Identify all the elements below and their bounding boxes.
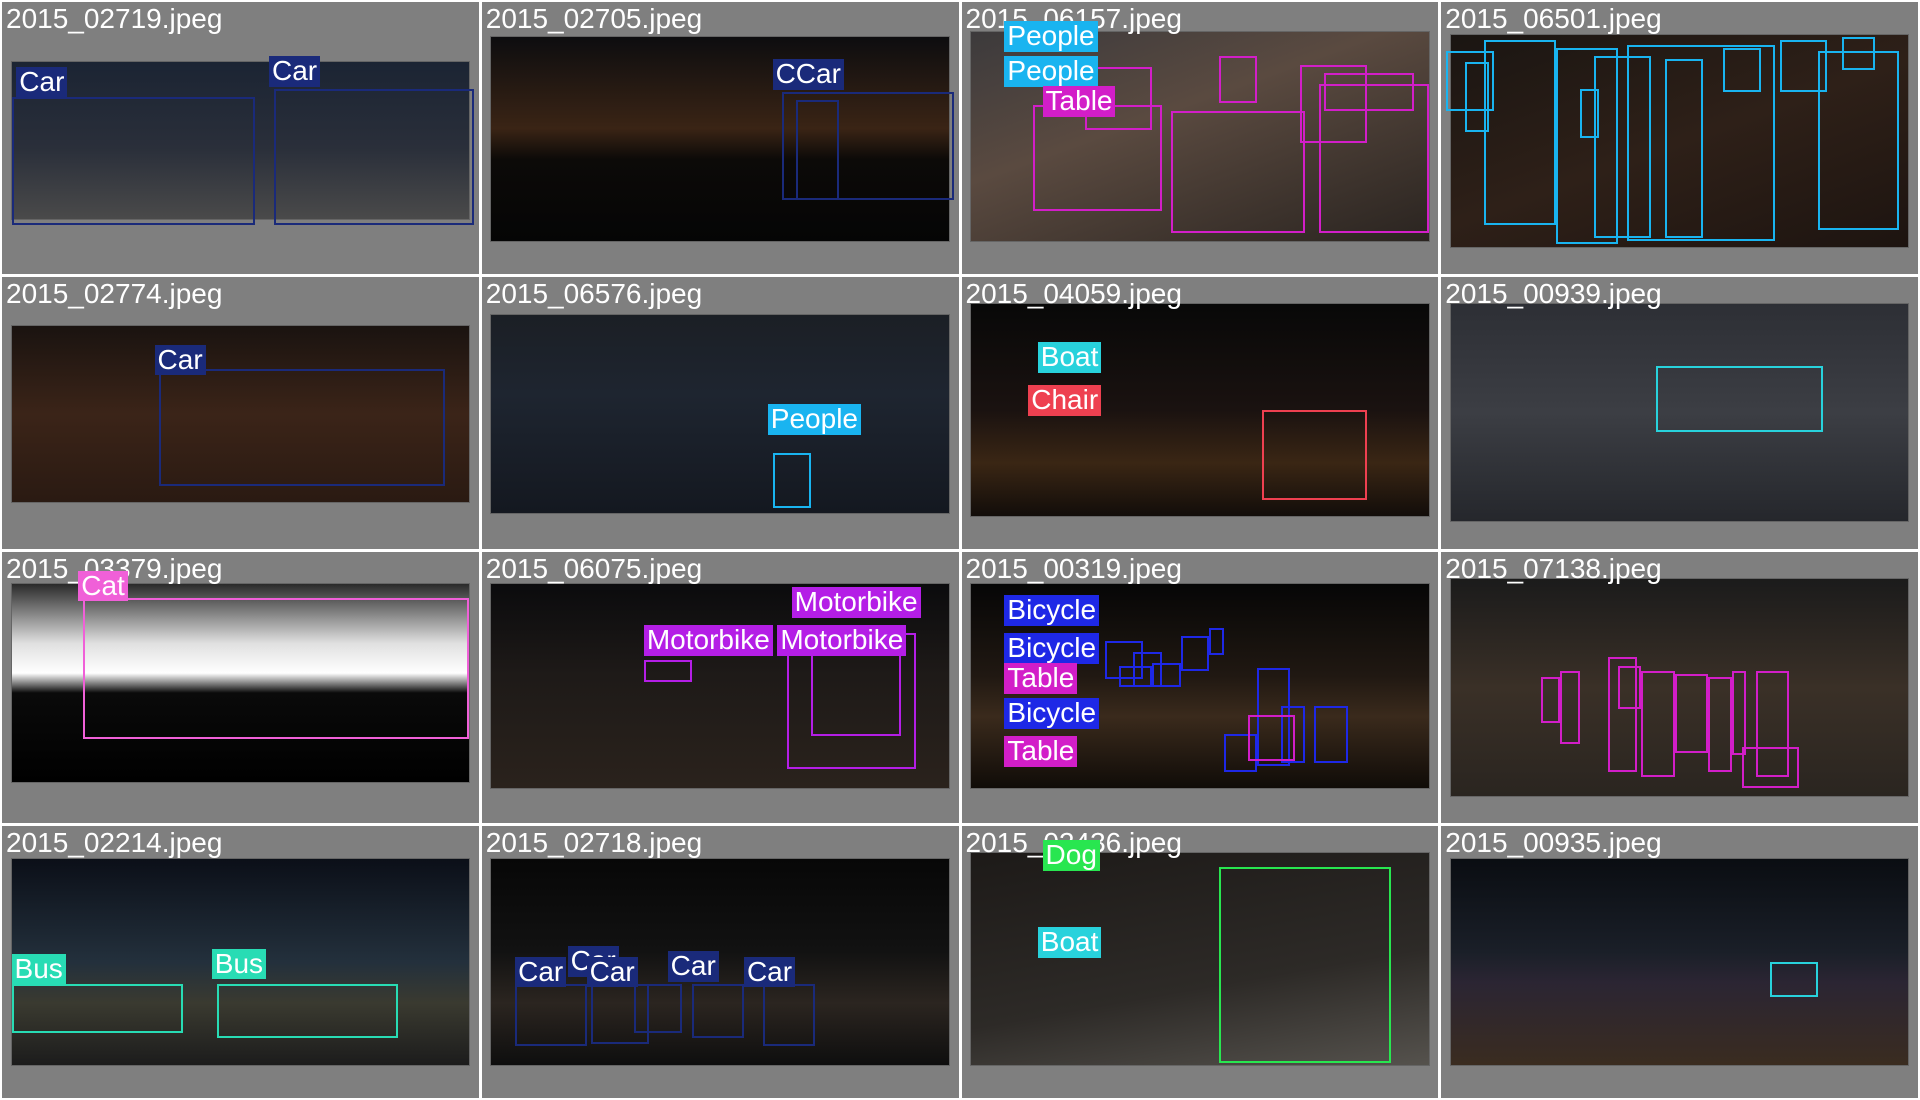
bounding-box [1770, 962, 1818, 998]
result-tile: 2015_06501.jpeg [1441, 2, 1918, 274]
bounding-box [1171, 110, 1305, 233]
detection-label: Table [1004, 662, 1078, 694]
detection-label: Boat [1037, 341, 1102, 373]
detection-label: Car [154, 344, 206, 376]
bounding-box [1314, 706, 1348, 764]
detection-label: Bicycle [1004, 632, 1100, 664]
detection-label: Car [515, 956, 567, 988]
result-tile: CCar 2015_02705.jpeg [481, 2, 959, 274]
detection-label: Bus [211, 948, 267, 980]
image-filename: 2015_02719.jpeg [6, 3, 223, 34]
detection-label: Bicycle [1004, 697, 1100, 730]
detection-label: Motorbike [791, 586, 921, 618]
detection-label: CCar [772, 58, 844, 90]
image-filename: 2015_06075.jpeg [485, 552, 703, 584]
bounding-box [634, 983, 682, 1033]
detection-label: Table [1004, 735, 1078, 768]
detection-label: Motorbike [643, 624, 773, 656]
detection-label: Car [268, 56, 321, 88]
bounding-box [1247, 714, 1296, 761]
image-filename: 2015_00935.jpeg [1445, 827, 1662, 859]
result-tile: 2015_00939.jpeg [1441, 276, 1918, 549]
bounding-box [810, 643, 902, 737]
detection-label: Boat [1037, 926, 1102, 958]
bounding-box [1152, 662, 1181, 688]
detection-label: Cat [78, 570, 128, 602]
bounding-box [691, 983, 744, 1039]
bounding-box [1579, 88, 1599, 138]
detection-label: Bicycle [1004, 594, 1100, 626]
bounding-box [1484, 40, 1556, 225]
detection-label: Car [667, 950, 719, 983]
image-filename: 2015_04059.jpeg [965, 277, 1182, 309]
bounding-box [1261, 409, 1367, 500]
bounding-box [11, 97, 255, 225]
bounding-box [515, 983, 587, 1047]
result-tile: Motorbike Motorbike Motorbike 2015_06075.jp… [481, 551, 959, 824]
bounding-box [83, 597, 470, 739]
image-filename: 2015_02774.jpeg [6, 277, 223, 309]
image-filename: 2015_06501.jpeg [1445, 3, 1662, 34]
bounding-box [11, 983, 184, 1033]
result-tile: CarCarCarCarCar2015_02718.jpeg [481, 826, 959, 1098]
bounding-box [1541, 676, 1561, 723]
bounding-box [1674, 673, 1709, 753]
bounding-box [796, 99, 840, 201]
result-tile: 2015_00935.jpeg [1441, 826, 1918, 1098]
detection-label: People [1004, 20, 1098, 52]
result-tile: Bicycle Bicycle Table Bicycle Table 2015_0031… [961, 551, 1439, 824]
result-tile: People People Table 2015_06157.jpeg [961, 2, 1439, 274]
bounding-box [1180, 635, 1210, 672]
image-filename: 2015_02718.jpeg [485, 827, 703, 859]
bounding-box [1218, 867, 1391, 1063]
detection-label: Motorbike [777, 624, 907, 656]
image-filename: 2015_02705.jpeg [485, 3, 703, 34]
scene-photo [491, 314, 949, 514]
detection-label: Bus [11, 953, 66, 985]
bounding-box [772, 453, 811, 508]
result-tile: Boat Chair 2015_04059.jpeg [961, 276, 1439, 549]
result-tile: Car 2015_02774.jpeg [2, 276, 479, 549]
scene-photo [1450, 858, 1909, 1066]
bounding-box [1641, 671, 1675, 778]
detection-label: Table [1042, 85, 1116, 118]
result-tile: Cat 2015_03379.jpeg [2, 551, 479, 824]
image-filename: 2015_07138.jpeg [1445, 552, 1662, 584]
bounding-box [1817, 50, 1899, 231]
bounding-box [216, 983, 398, 1039]
bounding-box [273, 88, 474, 225]
image-filename: 2015_02214.jpeg [6, 827, 223, 859]
result-tile: 2015_07138.jpeg [1441, 551, 1918, 824]
bounding-box [643, 660, 692, 682]
result-tile: DogBoat2015_02436.jpeg [961, 826, 1439, 1098]
bounding-box [1218, 56, 1258, 103]
detection-results-grid: Car Car 2015_02719.jpeg CCar 2015_02705.jpeg… [0, 0, 1920, 1100]
bounding-box [1323, 72, 1415, 111]
detection-label: Chair [1028, 385, 1102, 417]
detection-label: Car [16, 66, 68, 99]
detection-label: Car [586, 956, 638, 988]
image-filename: 2015_06576.jpeg [485, 277, 703, 309]
bounding-box [1665, 59, 1704, 239]
bounding-box [1209, 627, 1224, 655]
result-tile: People 2015_06576.jpeg [481, 276, 959, 549]
image-filename: 2015_00939.jpeg [1445, 277, 1662, 309]
bounding-box [1560, 671, 1580, 745]
bounding-box [159, 369, 446, 486]
result-tile: Bus Bus 2015_02214.jpeg [2, 826, 479, 1098]
bounding-box [1741, 747, 1799, 788]
bounding-box [1732, 671, 1747, 756]
detection-label: Car [743, 956, 796, 988]
image-filename: 2015_00319.jpeg [965, 552, 1182, 584]
bounding-box [1655, 366, 1823, 432]
detection-label: People [767, 404, 861, 436]
bounding-box [1708, 676, 1733, 772]
bounding-box [763, 983, 816, 1047]
detection-label: Dog [1042, 839, 1100, 871]
bounding-box [1617, 665, 1642, 710]
bounding-box [1722, 48, 1761, 92]
bounding-box [1841, 37, 1876, 70]
detection-label: People [1004, 56, 1098, 88]
result-tile: Car Car 2015_02719.jpeg [2, 2, 479, 274]
